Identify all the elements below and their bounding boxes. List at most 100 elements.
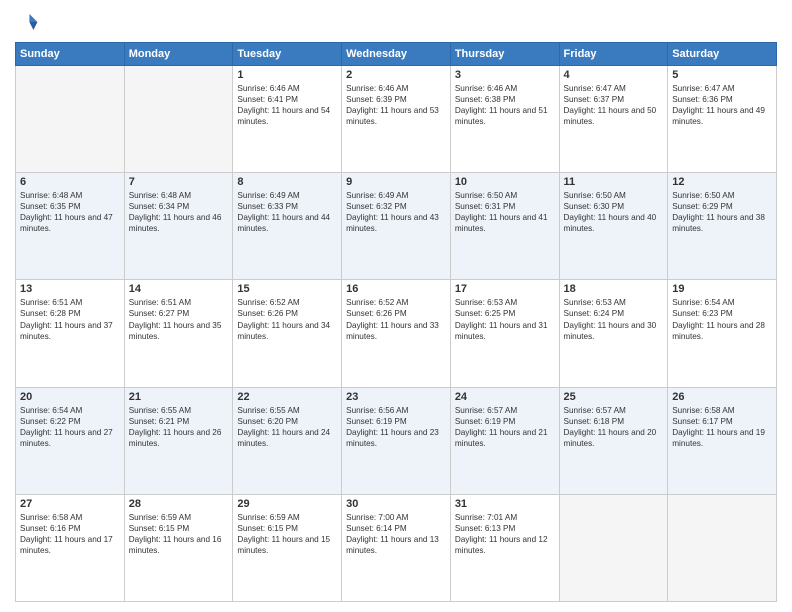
calendar-cell: 21Sunrise: 6:55 AMSunset: 6:21 PMDayligh… — [124, 387, 233, 494]
weekday-header: Sunday — [16, 43, 125, 66]
calendar-header-row: SundayMondayTuesdayWednesdayThursdayFrid… — [16, 43, 777, 66]
day-number: 25 — [564, 391, 664, 403]
calendar-table: SundayMondayTuesdayWednesdayThursdayFrid… — [15, 42, 777, 602]
cell-info: Sunrise: 7:01 AMSunset: 6:13 PMDaylight:… — [455, 512, 555, 556]
calendar-week-row: 1 Sunrise: 6:46 AMSunset: 6:41 PMDaylight… — [16, 66, 777, 173]
calendar-cell: 7 Sunrise: 6:48 AMSunset: 6:34 PMDaylight… — [124, 173, 233, 280]
calendar-cell: 20 Sunrise: 6:54 AMSunset: 6:22 PMDayligh… — [16, 387, 125, 494]
weekday-header: Monday — [124, 43, 233, 66]
calendar-cell: 1 Sunrise: 6:46 AMSunset: 6:41 PMDaylight… — [233, 66, 342, 173]
logo — [15, 10, 43, 34]
calendar-cell: 25 Sunrise: 6:57 AMSunset: 6:18 PMDayligh… — [559, 387, 668, 494]
calendar-cell: 24 Sunrise: 6:57 AMSunset: 6:19 PMDayligh… — [450, 387, 559, 494]
calendar-cell — [559, 494, 668, 601]
calendar-cell: 3 Sunrise: 6:46 AMSunset: 6:38 PMDaylight… — [450, 66, 559, 173]
calendar-cell: 27Sunrise: 6:58 AMSunset: 6:16 PMDayligh… — [16, 494, 125, 601]
page: SundayMondayTuesdayWednesdayThursdayFrid… — [0, 0, 792, 612]
day-number: 9 — [346, 176, 446, 188]
cell-info: Sunrise: 6:54 AMSunset: 6:23 PMDaylight:… — [672, 297, 772, 341]
calendar-cell: 16 Sunrise: 6:52 AMSunset: 6:26 PMDayligh… — [342, 280, 451, 387]
day-number: 1 — [237, 69, 337, 81]
cell-info: Sunrise: 6:55 AMSunset: 6:20 PMDaylight:… — [237, 405, 337, 449]
day-number: 8 — [237, 176, 337, 188]
cell-info: Sunrise: 6:58 AMSunset: 6:17 PMDaylight:… — [672, 405, 772, 449]
calendar-cell: 23 Sunrise: 6:56 AMSunset: 6:19 PMDayligh… — [342, 387, 451, 494]
cell-info: Sunrise: 6:53 AMSunset: 6:25 PMDaylight:… — [455, 297, 555, 341]
cell-info: Sunrise: 6:53 AMSunset: 6:24 PMDaylight:… — [564, 297, 664, 341]
cell-info: Sunrise: 6:55 AMSunset: 6:21 PMDaylight:… — [129, 405, 229, 449]
day-number: 10 — [455, 176, 555, 188]
day-number: 14 — [129, 283, 229, 295]
calendar-cell: 19 Sunrise: 6:54 AMSunset: 6:23 PMDayligh… — [668, 280, 777, 387]
day-number: 15 — [237, 283, 337, 295]
day-number: 18 — [564, 283, 664, 295]
weekday-header: Tuesday — [233, 43, 342, 66]
day-number: 3 — [455, 69, 555, 81]
cell-info: Sunrise: 6:56 AMSunset: 6:19 PMDaylight:… — [346, 405, 446, 449]
calendar-week-row: 6 Sunrise: 6:48 AMSunset: 6:35 PMDaylight… — [16, 173, 777, 280]
day-number: 23 — [346, 391, 446, 403]
cell-info: Sunrise: 6:59 AMSunset: 6:15 PMDaylight:… — [129, 512, 229, 556]
calendar-cell — [668, 494, 777, 601]
weekday-header: Wednesday — [342, 43, 451, 66]
calendar-cell: 31 Sunrise: 7:01 AMSunset: 6:13 PMDayligh… — [450, 494, 559, 601]
day-number: 5 — [672, 69, 772, 81]
calendar-cell: 12Sunrise: 6:50 AMSunset: 6:29 PMDayligh… — [668, 173, 777, 280]
day-number: 24 — [455, 391, 555, 403]
logo-icon — [15, 10, 39, 34]
cell-info: Sunrise: 6:57 AMSunset: 6:19 PMDaylight:… — [455, 405, 555, 449]
day-number: 11 — [564, 176, 664, 188]
calendar-week-row: 13Sunrise: 6:51 AMSunset: 6:28 PMDayligh… — [16, 280, 777, 387]
day-number: 2 — [346, 69, 446, 81]
day-number: 19 — [672, 283, 772, 295]
cell-info: Sunrise: 6:48 AMSunset: 6:35 PMDaylight:… — [20, 190, 120, 234]
calendar-week-row: 20 Sunrise: 6:54 AMSunset: 6:22 PMDayligh… — [16, 387, 777, 494]
cell-info: Sunrise: 6:46 AMSunset: 6:41 PMDaylight:… — [237, 83, 337, 127]
calendar-cell: 8 Sunrise: 6:49 AMSunset: 6:33 PMDaylight… — [233, 173, 342, 280]
cell-info: Sunrise: 6:51 AMSunset: 6:27 PMDaylight:… — [129, 297, 229, 341]
calendar-cell — [16, 66, 125, 173]
calendar-cell: 14 Sunrise: 6:51 AMSunset: 6:27 PMDayligh… — [124, 280, 233, 387]
cell-info: Sunrise: 6:52 AMSunset: 6:26 PMDaylight:… — [346, 297, 446, 341]
cell-info: Sunrise: 6:54 AMSunset: 6:22 PMDaylight:… — [20, 405, 120, 449]
cell-info: Sunrise: 6:57 AMSunset: 6:18 PMDaylight:… — [564, 405, 664, 449]
day-number: 16 — [346, 283, 446, 295]
calendar-cell: 5 Sunrise: 6:47 AMSunset: 6:36 PMDaylight… — [668, 66, 777, 173]
calendar-cell: 28 Sunrise: 6:59 AMSunset: 6:15 PMDayligh… — [124, 494, 233, 601]
cell-info: Sunrise: 6:59 AMSunset: 6:15 PMDaylight:… — [237, 512, 337, 556]
cell-info: Sunrise: 6:50 AMSunset: 6:30 PMDaylight:… — [564, 190, 664, 234]
day-number: 26 — [672, 391, 772, 403]
calendar-cell: 13Sunrise: 6:51 AMSunset: 6:28 PMDayligh… — [16, 280, 125, 387]
calendar-cell: 9 Sunrise: 6:49 AMSunset: 6:32 PMDaylight… — [342, 173, 451, 280]
calendar-cell: 4Sunrise: 6:47 AMSunset: 6:37 PMDaylight… — [559, 66, 668, 173]
day-number: 17 — [455, 283, 555, 295]
cell-info: Sunrise: 6:50 AMSunset: 6:31 PMDaylight:… — [455, 190, 555, 234]
day-number: 20 — [20, 391, 120, 403]
cell-info: Sunrise: 6:49 AMSunset: 6:33 PMDaylight:… — [237, 190, 337, 234]
day-number: 4 — [564, 69, 664, 81]
cell-info: Sunrise: 6:49 AMSunset: 6:32 PMDaylight:… — [346, 190, 446, 234]
day-number: 6 — [20, 176, 120, 188]
calendar-cell: 15 Sunrise: 6:52 AMSunset: 6:26 PMDayligh… — [233, 280, 342, 387]
day-number: 22 — [237, 391, 337, 403]
calendar-cell: 18 Sunrise: 6:53 AMSunset: 6:24 PMDayligh… — [559, 280, 668, 387]
cell-info: Sunrise: 7:00 AMSunset: 6:14 PMDaylight:… — [346, 512, 446, 556]
day-number: 7 — [129, 176, 229, 188]
day-number: 30 — [346, 498, 446, 510]
cell-info: Sunrise: 6:52 AMSunset: 6:26 PMDaylight:… — [237, 297, 337, 341]
day-number: 27 — [20, 498, 120, 510]
day-number: 12 — [672, 176, 772, 188]
day-number: 13 — [20, 283, 120, 295]
cell-info: Sunrise: 6:47 AMSunset: 6:36 PMDaylight:… — [672, 83, 772, 127]
day-number: 31 — [455, 498, 555, 510]
calendar-cell: 26 Sunrise: 6:58 AMSunset: 6:17 PMDayligh… — [668, 387, 777, 494]
calendar-cell: 6 Sunrise: 6:48 AMSunset: 6:35 PMDaylight… — [16, 173, 125, 280]
calendar-cell — [124, 66, 233, 173]
day-number: 28 — [129, 498, 229, 510]
weekday-header: Friday — [559, 43, 668, 66]
cell-info: Sunrise: 6:46 AMSunset: 6:38 PMDaylight:… — [455, 83, 555, 127]
cell-info: Sunrise: 6:48 AMSunset: 6:34 PMDaylight:… — [129, 190, 229, 234]
calendar-cell: 22 Sunrise: 6:55 AMSunset: 6:20 PMDayligh… — [233, 387, 342, 494]
weekday-header: Saturday — [668, 43, 777, 66]
day-number: 29 — [237, 498, 337, 510]
